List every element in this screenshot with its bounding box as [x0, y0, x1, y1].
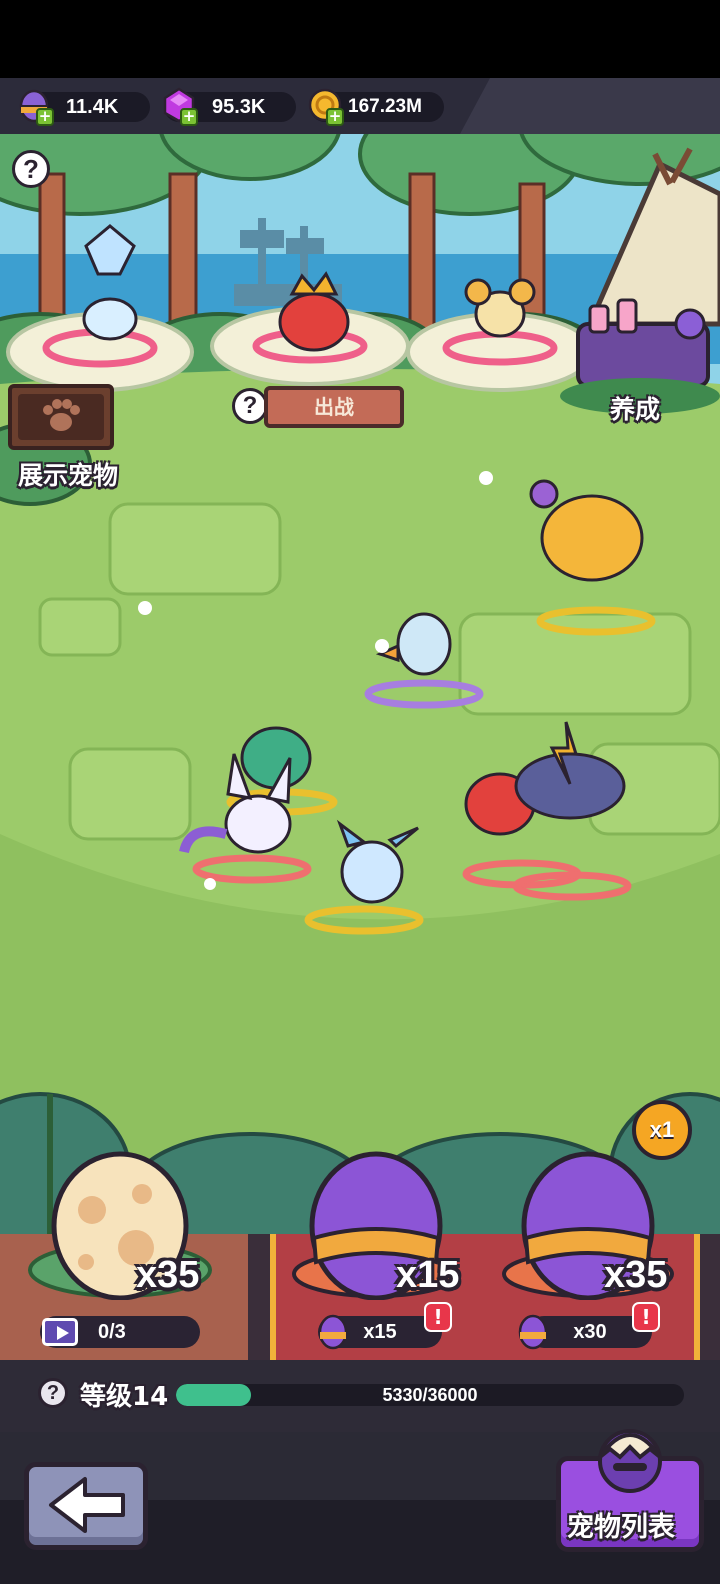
egg-3-alert-badge: !	[632, 1302, 660, 1332]
deploy-help-icon[interactable]: ?	[232, 388, 268, 424]
exp-progress-bar: 5330/36000	[176, 1384, 684, 1406]
bottom-nav: 宠物列表	[0, 1429, 720, 1584]
back-arrow-icon	[49, 1477, 125, 1533]
pet-list-button[interactable]: 宠物列表	[556, 1429, 704, 1552]
currency-egg-gem-value: 11.4K	[66, 96, 119, 118]
pet-garden-scene: ? ? 出战 展示宠物 养成 x1	[0, 134, 720, 1234]
paw-icon	[18, 394, 104, 440]
egg-3-count: x35	[604, 1254, 668, 1296]
status-bar	[0, 0, 720, 78]
egg-2-cost-text: x15	[363, 1321, 397, 1343]
egg-2-count: x15	[396, 1254, 460, 1296]
egg-3-cost-egg-icon	[518, 1314, 548, 1350]
nurture-label[interactable]: 养成	[610, 390, 660, 426]
back-button[interactable]	[24, 1462, 148, 1550]
showcase-pets-button[interactable]	[8, 384, 114, 450]
purple-egg-icon	[502, 1151, 674, 1300]
currency-egg-gem[interactable]: + 11.4K	[19, 89, 150, 126]
egg-slot-3[interactable]: x35 x30 !	[500, 1150, 700, 1360]
egg-2-cost-egg-icon	[318, 1314, 348, 1350]
level-label: 等级14	[80, 1382, 169, 1412]
currency-purple-gem[interactable]: + 95.3K	[163, 87, 296, 126]
currency-purple-gem-value: 95.3K	[212, 96, 266, 118]
currency-gold-coin[interactable]: + 167.23M	[308, 88, 444, 126]
deploy-sign[interactable]: 出战	[264, 386, 404, 428]
level-help-icon[interactable]: ?	[38, 1378, 68, 1408]
currency-bar: + 11.4K + 95.3K + 167.23M	[0, 78, 720, 134]
egg-1-progress-text: 0/3	[98, 1321, 126, 1343]
exp-progress-text: 5330/36000	[382, 1385, 478, 1405]
showcase-pets-label: 展示宠物	[18, 461, 119, 490]
multiplier-label: x1	[649, 1117, 675, 1142]
egg-knight-icon	[598, 1429, 662, 1493]
video-ad-icon	[42, 1318, 78, 1346]
egg-2-alert-badge: !	[424, 1302, 452, 1332]
currency-gold-coin-value: 167.23M	[348, 96, 422, 117]
scene-background	[0, 134, 720, 1234]
pet-list-label: 宠物列表	[567, 1512, 675, 1543]
egg-slot-1[interactable]: x35 0/3	[20, 1150, 240, 1360]
spotted-egg-icon	[28, 1151, 212, 1300]
egg-1-count: x35	[136, 1254, 200, 1296]
level-bar: ? 等级14 5330/36000	[0, 1360, 720, 1432]
egg-3-cost-text: x30	[573, 1321, 607, 1343]
deploy-label: 出战	[314, 395, 354, 419]
help-icon[interactable]: ?	[12, 150, 50, 188]
egg-slot-2[interactable]: x15 x15 !	[290, 1150, 480, 1360]
